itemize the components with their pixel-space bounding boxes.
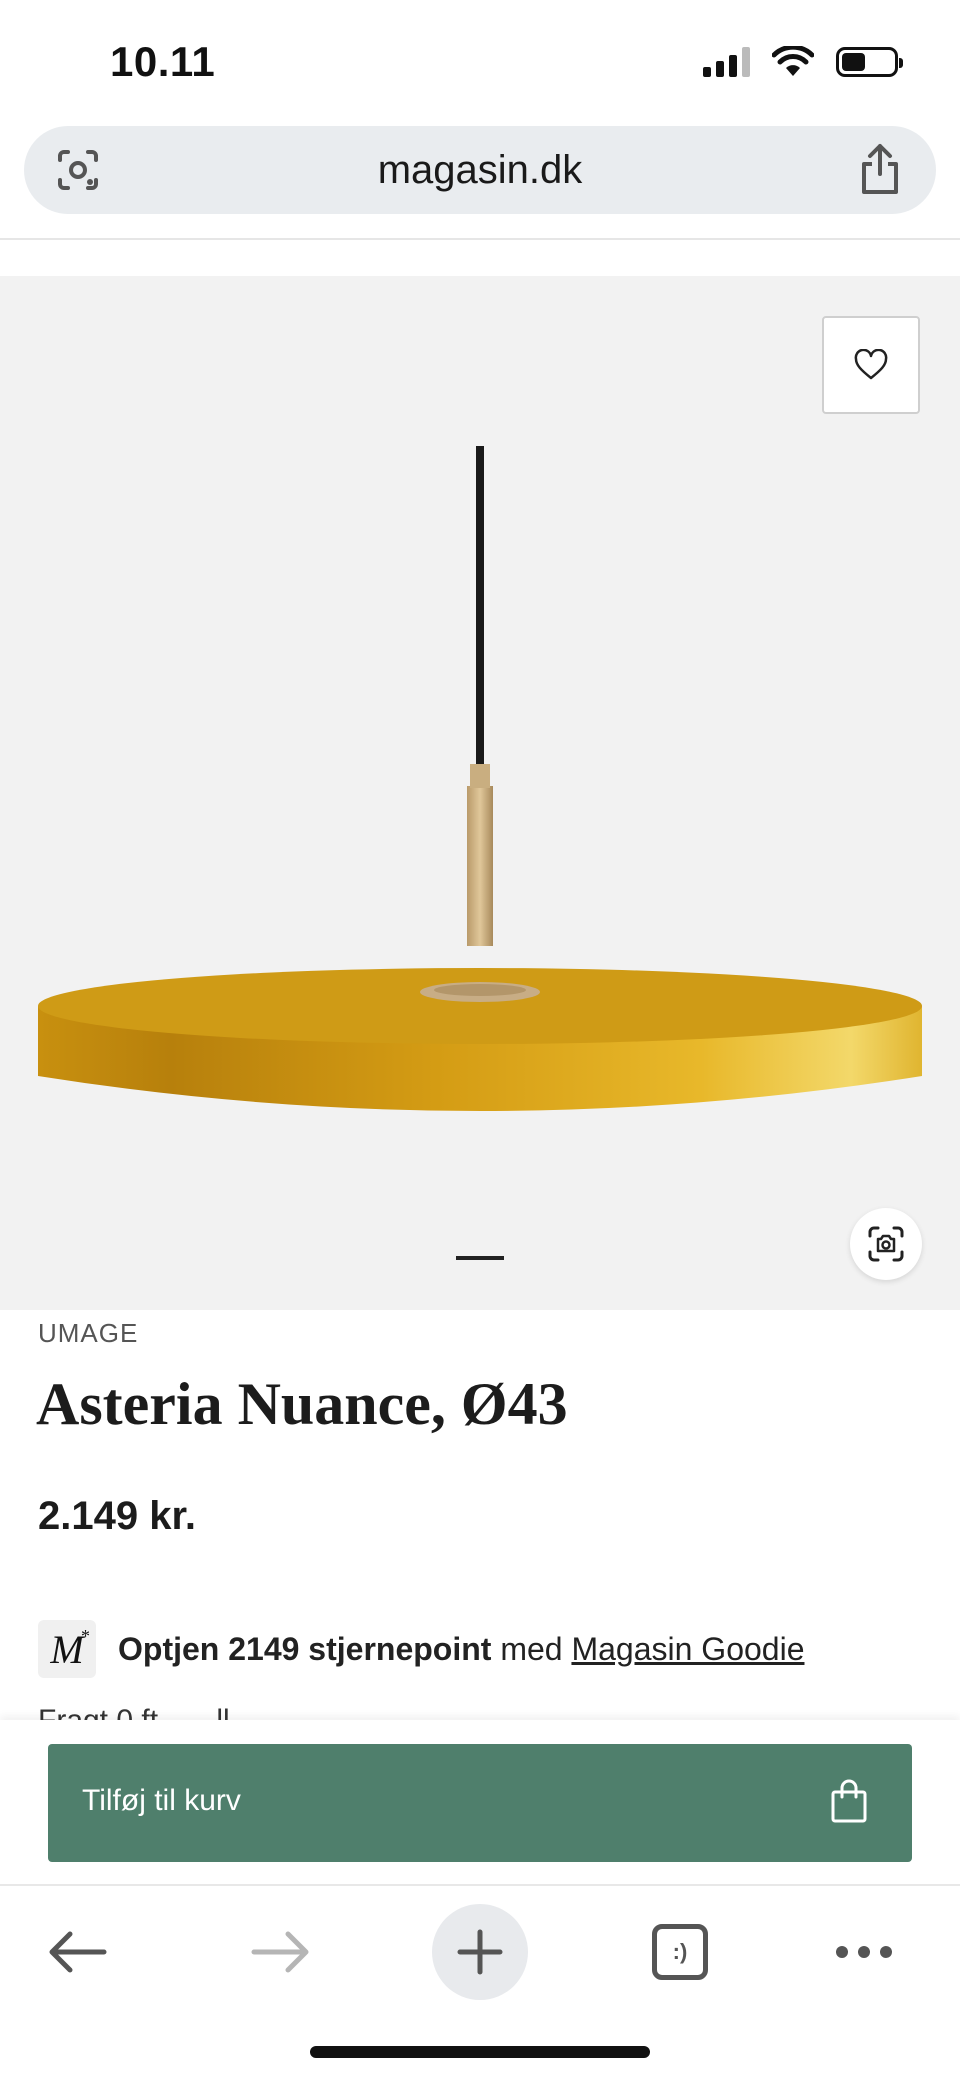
product-brand[interactable]: UMAGE bbox=[38, 1318, 138, 1349]
status-icons bbox=[703, 46, 903, 78]
shipping-info-text: Fragt 0 ft... ...ll... bbox=[38, 1706, 255, 1720]
goodie-link[interactable]: Magasin Goodie bbox=[571, 1631, 804, 1667]
sticky-cart-panel: Tilføj til kurv bbox=[0, 1720, 960, 1884]
more-icon bbox=[836, 1946, 892, 1958]
address-bar[interactable]: magasin.dk bbox=[24, 126, 936, 214]
add-to-cart-button[interactable]: Tilføj til kurv bbox=[48, 1744, 912, 1862]
back-button[interactable] bbox=[30, 1904, 126, 2000]
battery-level bbox=[842, 53, 865, 71]
back-arrow-icon bbox=[49, 1931, 107, 1973]
forward-arrow-icon bbox=[251, 1931, 309, 1973]
heart-icon bbox=[854, 349, 888, 380]
status-time: 10.11 bbox=[110, 38, 216, 85]
tab-switcher-button[interactable]: :) bbox=[632, 1904, 728, 2000]
visual-search-button[interactable] bbox=[850, 1208, 922, 1280]
tabs-icon: :) bbox=[652, 1924, 708, 1980]
product-image-gallery[interactable] bbox=[0, 276, 960, 1310]
scan-icon bbox=[868, 1226, 904, 1262]
plus-icon bbox=[457, 1929, 503, 1975]
product-photo bbox=[38, 446, 922, 1111]
shopping-bag-icon bbox=[831, 1779, 867, 1823]
logo-mark: * bbox=[81, 1626, 90, 1646]
add-to-cart-label: Tilføj til kurv bbox=[82, 1784, 241, 1817]
points-connector: med bbox=[491, 1630, 572, 1667]
logo-letter: M bbox=[50, 1626, 84, 1672]
battery-icon bbox=[836, 47, 903, 77]
loyalty-points-row: M * Optjen 2149 stjernepoint med Magasin … bbox=[38, 1620, 804, 1678]
home-indicator bbox=[310, 2046, 650, 2058]
share-icon[interactable] bbox=[856, 142, 904, 196]
favorite-button[interactable] bbox=[822, 316, 920, 414]
loyalty-points-text: Optjen 2149 stjernepoint med Magasin Goo… bbox=[118, 1631, 804, 1668]
new-tab-button[interactable] bbox=[432, 1904, 528, 2000]
product-title: Asteria Nuance, Ø43 bbox=[36, 1371, 568, 1437]
tab-count: :) bbox=[672, 1939, 688, 1964]
product-price: 2.149 kr. bbox=[38, 1494, 196, 1538]
magasin-logo-icon: M * bbox=[38, 1620, 96, 1678]
cellular-signal-icon bbox=[703, 47, 750, 77]
more-button[interactable] bbox=[816, 1904, 912, 2000]
url-text[interactable]: magasin.dk bbox=[24, 148, 936, 193]
slide-indicator[interactable] bbox=[456, 1256, 504, 1260]
forward-button[interactable] bbox=[232, 1904, 328, 2000]
status-bar: 10.11 bbox=[0, 0, 960, 120]
wifi-icon bbox=[772, 46, 814, 76]
header-divider bbox=[0, 238, 960, 240]
points-amount: Optjen 2149 stjernepoint bbox=[118, 1630, 492, 1667]
